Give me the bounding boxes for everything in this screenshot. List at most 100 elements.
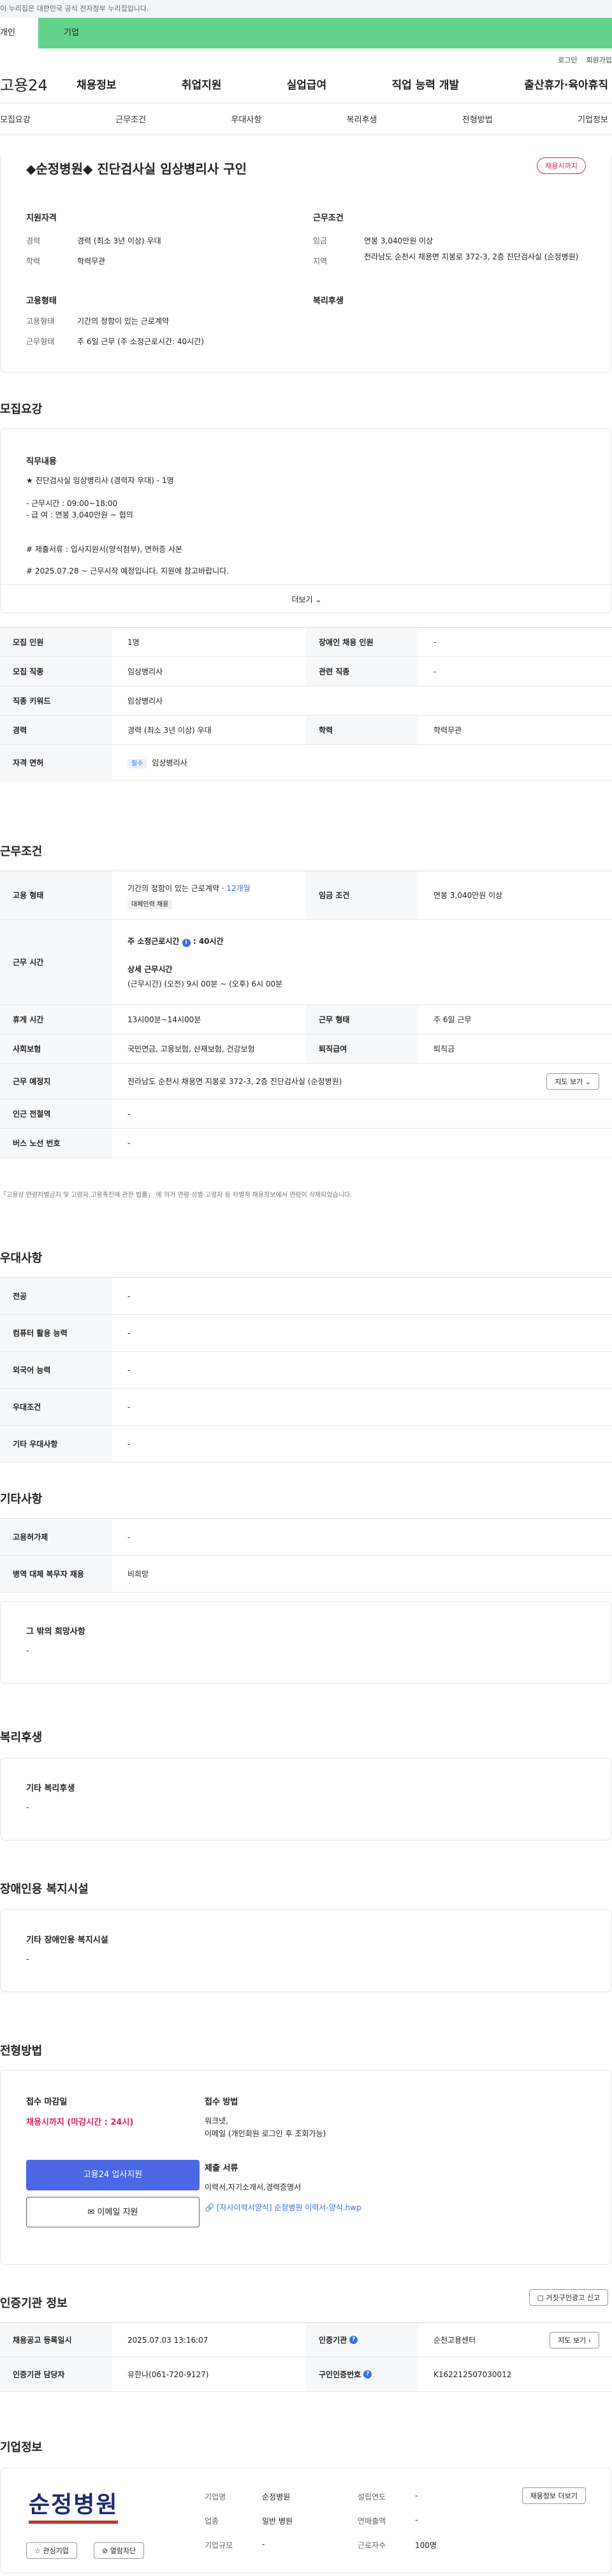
interest-button[interactable]: ☆ 관심기업 [26, 2542, 77, 2559]
welfare-box: 기타 복리후생 - [0, 1758, 612, 1841]
anchor-item[interactable]: 복리후생 [347, 113, 377, 125]
table-row: 경력 경력 (최소 3년 이상) 우대 학력 학력무관 [0, 716, 612, 745]
time-hours: 40시간 [198, 936, 224, 946]
etc-box-value: - [26, 1646, 29, 1655]
th: 모집 인원 [0, 628, 112, 656]
gnb-item[interactable]: 실업급여 [287, 76, 327, 92]
section-title: 인증기관 정보 [0, 2297, 68, 2310]
docs-heading: 제출 서류 [205, 2164, 238, 2173]
type-value: 기간의 정함이 있는 근로계약 · [127, 883, 227, 893]
report-label: 거짓구인광고 신고 [546, 2294, 600, 2302]
attachment-icon: 🔗 [205, 2203, 214, 2212]
anchor-item[interactable]: 전형방법 [462, 113, 493, 125]
table-row: 근무 시간 주 소정근로시간 i : 40시간 상세 근무시간 (근무시간) (오전)… [0, 920, 612, 1005]
info-icon[interactable]: i [182, 938, 191, 947]
deadline-heading: 접수 마감일 [26, 2097, 68, 2107]
gnb-item[interactable]: 채용정보 [76, 76, 117, 92]
org-label: 인증기관 [319, 2336, 347, 2345]
td: 국민연금, 고용보험, 산재보험, 건강보험 [127, 1045, 255, 1053]
section-title: 복리후생 [0, 1731, 43, 1744]
label: 경력 [26, 236, 41, 245]
company-logo: 순정병원 [29, 2486, 119, 2524]
table-row: 전공 - [0, 1278, 612, 1315]
more-label: 더보기 [291, 595, 313, 604]
th: 병역 대체 복무자 채용 [0, 1556, 112, 1592]
th: 인근 전철역 [0, 1099, 112, 1128]
td: 비희망 [127, 1570, 149, 1579]
section-title: 우대사항 [0, 1252, 43, 1265]
th: 외국어 능력 [0, 1352, 112, 1388]
more-button[interactable]: 더보기 ⌄ [1, 584, 611, 612]
label: 고용형태 [26, 317, 55, 326]
th: 임금 조건 [306, 871, 418, 919]
more-jobs-button[interactable]: 채용정보 더보기 [521, 2487, 586, 2504]
anchor-item[interactable]: 우대사항 [231, 113, 261, 125]
td: 임상병리사 [127, 667, 163, 676]
mail-icon: ✉ [87, 2208, 95, 2217]
section-title: 기업정보 [0, 2441, 43, 2454]
gnb-item[interactable]: 출산휴가·육아휴직 [524, 76, 608, 92]
anchor-item[interactable]: 모집요강 [0, 113, 31, 125]
section-title: 모집요강 [0, 403, 43, 416]
etc-box: 그 밖의 희망사항 - [0, 1601, 612, 1684]
block-icon: ⊘ [102, 2547, 108, 2555]
type-months: 12개월 [226, 883, 251, 893]
company-card: 순정병원 ☆ 관심기업 ⊘ 열람차단 기업명 순정병원 업종 일반 병원 기업규… [0, 2468, 612, 2573]
label: 기업규모 [205, 2541, 233, 2550]
disab-box-heading: 기타 장애인용 복지시설 [26, 1936, 108, 1945]
table-row: 모집 인원 1명 장애인 채용 인원 - [0, 628, 612, 657]
table-row: 자격 면허 필수 임상병리사 [0, 745, 612, 781]
block-button[interactable]: ⊘ 열람차단 [94, 2542, 145, 2559]
th: 퇴직급여 [306, 1034, 418, 1063]
value: 학력무관 [77, 257, 106, 266]
info-icon[interactable]: ? [349, 2336, 358, 2344]
section-title: 전형방법 [0, 2044, 43, 2058]
value: 기간의 정함이 있는 근로계약 [77, 317, 169, 326]
job-desc-line: - 근무시간 : 09:00~18:00 [26, 499, 118, 508]
gnb-item[interactable]: 취업지원 [182, 76, 222, 92]
info-icon[interactable]: ? [363, 2370, 372, 2378]
th: 고용허가제 [0, 1519, 112, 1555]
email-apply-button[interactable]: ✉ 이메일 지원 [26, 2197, 200, 2227]
signup-link[interactable]: 회원가입 [586, 55, 612, 65]
td: K162212507030012 [433, 2370, 512, 2379]
method-value: 워크넷, [205, 2117, 228, 2125]
th: 근무 형태 [306, 1005, 418, 1034]
tab-company[interactable]: 기업 [38, 18, 612, 48]
th: 자격 면허 [0, 745, 112, 780]
label: 근로자수 [358, 2541, 386, 2550]
table-row: 휴게 시간 13시00분~14시00분 근무 형태 주 6일 근무 [0, 1005, 612, 1034]
replacement-tag: 대체인력 채용 [127, 899, 173, 909]
site-logo[interactable]: 고용24 [0, 73, 76, 95]
login-link[interactable]: 로그인 [558, 55, 577, 65]
tab-personal[interactable]: 개인 [0, 18, 38, 48]
th: 인증기관 담당자 [0, 2357, 112, 2391]
table-row: 모집 직종 임상병리사 관련 직종 - [0, 657, 612, 686]
th: 관련 직종 [306, 657, 418, 686]
email-label: 이메일 지원 [97, 2208, 138, 2217]
etc-table: 고용허가제 - 병역 대체 복무자 채용 비희망 [0, 1518, 612, 1593]
td: 순천고용센터 [433, 2336, 476, 2345]
cond-heading: 근무조건 [313, 213, 344, 223]
map-button[interactable]: 지도 보기 › [550, 2331, 599, 2348]
anchor-item[interactable]: 기업정보 [578, 113, 608, 125]
attachment-label: [자사이력서양식] 순정병원 이력서-양식.hwp [216, 2203, 361, 2212]
method-heading: 접수 방법 [205, 2097, 238, 2107]
attachment-link[interactable]: 🔗 [자사이력서양식] 순정병원 이력서-양식.hwp [205, 2202, 361, 2213]
td: 1명 [127, 638, 140, 647]
gov-banner: 이 누리집은 대한민국 공식 전자정부 누리집입니다. [0, 0, 612, 18]
map-button[interactable]: 지도 보기 ⌄ [546, 1073, 599, 1090]
anchor-item[interactable]: 근무조건 [115, 113, 146, 125]
apply-button[interactable]: 고용24 입사지원 [26, 2160, 200, 2190]
section-title: 기타사항 [0, 1493, 43, 1506]
gnb-item[interactable]: 직업 능력 개발 [391, 76, 459, 92]
chevron-down-icon: ⌄ [315, 595, 322, 604]
job-desc-line: # 제출서류 : 입사지원서(양식첨부), 면허증 사본 [26, 545, 183, 554]
docs-value: 이력서,자기소개서,경력증명서 [205, 2183, 302, 2192]
table-row: 고용 형태 기간의 정함이 있는 근로계약 · 12개월 대체인력 채용 임금 조건 연… [0, 871, 612, 920]
summary-card: ◆순정병원◆ 진단검사실 임상병리사 구인 채용시까지 지원자격 경력 경력 (… [0, 156, 612, 373]
report-button[interactable]: ▢ 거짓구인광고 신고 [528, 2289, 608, 2306]
td: - [127, 1439, 131, 1449]
table-row: 컴퓨터 활용 능력 - [0, 1315, 612, 1352]
value: 주 6일 근무 (주 소정근로시간: 40시간) [77, 337, 204, 346]
